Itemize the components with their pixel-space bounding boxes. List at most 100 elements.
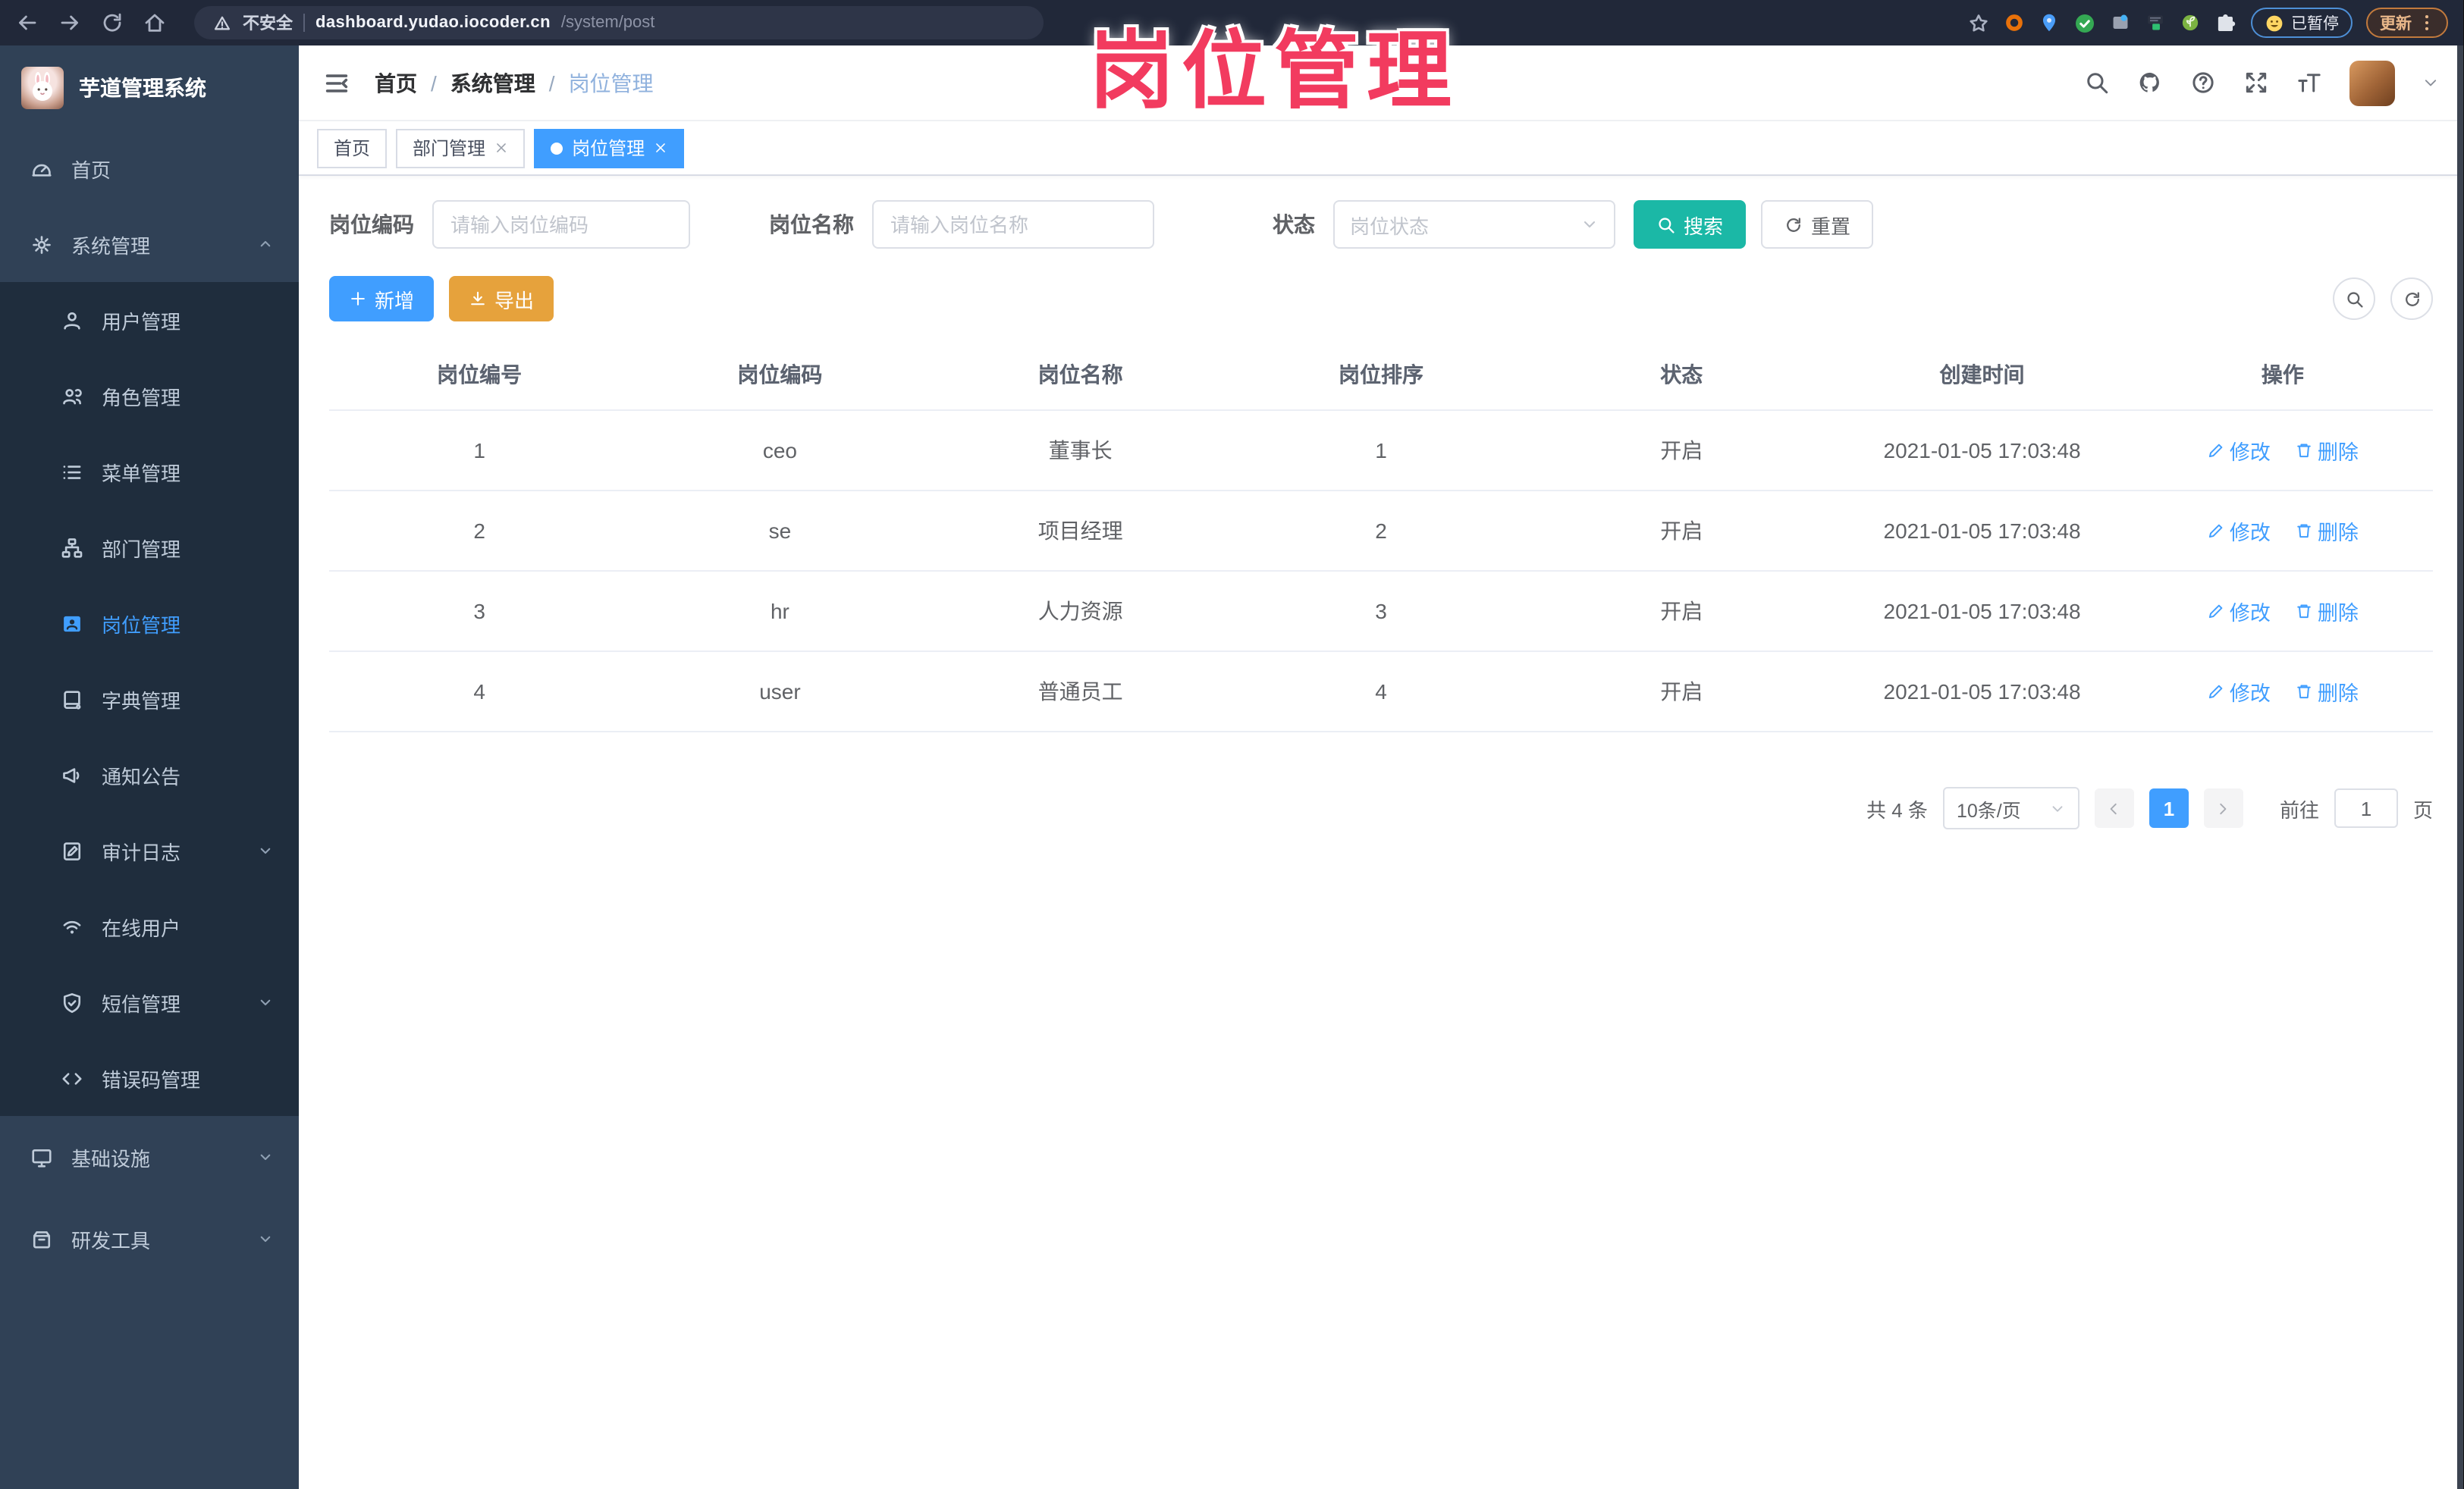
status-value: 开启 <box>1531 571 1832 652</box>
trash-icon <box>2297 524 2311 538</box>
search-icon[interactable] <box>2084 70 2110 96</box>
edit-link[interactable]: 修改 <box>2207 676 2271 707</box>
browser-scrollbar[interactable] <box>2457 45 2463 1489</box>
help-icon[interactable] <box>2190 70 2216 96</box>
sidebar-item-users[interactable]: 用户管理 <box>0 282 299 358</box>
sidebar-item-menus[interactable]: 菜单管理 <box>0 434 299 509</box>
toggle-search-button[interactable] <box>2333 277 2375 320</box>
post-code-input[interactable] <box>432 200 690 249</box>
extensions-puzzle-icon[interactable] <box>2214 11 2236 34</box>
sidebar: 芋道管理系统 首页 系统管理 用户管理 角色管理 菜单管理 部门管理 岗位管理 … <box>0 45 299 1489</box>
export-button[interactable]: 导出 <box>449 276 554 321</box>
sidebar-item-announcements[interactable]: 通知公告 <box>0 737 299 813</box>
table-row: 3 hr 人力资源 3 开启 2021-01-05 17:03:48 修改 删除 <box>329 571 2433 652</box>
sidebar-item-sms[interactable]: 短信管理 <box>0 964 299 1040</box>
page-1-button[interactable]: 1 <box>2149 788 2189 828</box>
extension-blue-pin-icon[interactable] <box>2038 12 2059 33</box>
goto-page-input[interactable] <box>2334 788 2398 828</box>
github-icon[interactable] <box>2137 70 2163 96</box>
tag-departments[interactable]: 部门管理 <box>396 128 526 168</box>
address-bar[interactable]: 不安全 dashboard.yudao.iocoder.cn/system/po… <box>194 6 1044 39</box>
breadcrumb: 首页 / 系统管理 / 岗位管理 <box>375 67 654 98</box>
chevron-right-icon <box>2221 802 2227 814</box>
table-row: 2 se 项目经理 2 开启 2021-01-05 17:03:48 修改 删除 <box>329 491 2433 572</box>
browser-extensions: 已暂停 更新 <box>1966 8 2448 38</box>
fullscreen-icon[interactable] <box>2243 70 2269 96</box>
extension-orange-ring-icon[interactable] <box>2003 12 2024 33</box>
tag-home[interactable]: 首页 <box>317 128 388 168</box>
shield-icon <box>63 992 81 1012</box>
posts-table: 岗位编号 岗位编码 岗位名称 岗位排序 状态 创建时间 操作 1 ceo 董事长… <box>329 340 2433 732</box>
edit-link[interactable]: 修改 <box>2207 596 2271 626</box>
edit-link[interactable]: 修改 <box>2207 435 2271 466</box>
delete-link[interactable]: 删除 <box>2295 596 2359 626</box>
hamburger-icon[interactable] <box>323 69 350 96</box>
search-button[interactable]: 搜索 <box>1634 200 1747 249</box>
post-name-input[interactable] <box>872 200 1154 249</box>
delete-link[interactable]: 删除 <box>2295 435 2359 466</box>
reset-button[interactable]: 重置 <box>1761 200 1874 249</box>
extension-crx-icon[interactable] <box>2144 12 2165 33</box>
extension-green-check-icon[interactable] <box>2073 11 2095 34</box>
next-page-button[interactable] <box>2203 788 2243 828</box>
browser-toolbar: 不安全 dashboard.yudao.iocoder.cn/system/po… <box>0 0 2463 45</box>
table-toolbar: 新增 导出 <box>329 276 2433 321</box>
sidebar-item-audit-log[interactable]: 审计日志 <box>0 813 299 889</box>
sidebar-item-online-users[interactable]: 在线用户 <box>0 889 299 964</box>
extension-green-sprout-icon[interactable] <box>2179 12 2200 33</box>
sidebar-item-dictionary[interactable]: 字典管理 <box>0 661 299 737</box>
chevron-down-icon <box>2052 805 2063 811</box>
refresh-table-button[interactable] <box>2390 277 2433 320</box>
book-icon <box>64 690 81 709</box>
screen: 不安全 dashboard.yudao.iocoder.cn/system/po… <box>0 0 2463 1489</box>
close-icon[interactable] <box>654 141 667 155</box>
add-button[interactable]: 新增 <box>329 276 435 321</box>
prev-page-button[interactable] <box>2094 788 2134 828</box>
delete-link[interactable]: 删除 <box>2295 516 2359 546</box>
profile-paused-pill[interactable]: 已暂停 <box>2250 8 2353 38</box>
sidebar-item-home[interactable]: 首页 <box>0 130 299 206</box>
sidebar-item-error-codes[interactable]: 错误码管理 <box>0 1040 299 1116</box>
paused-label: 已暂停 <box>2291 14 2339 33</box>
trash-icon <box>2297 685 2311 699</box>
page-size-select[interactable]: 10条/页 <box>1942 787 2079 829</box>
browser-home-icon[interactable] <box>143 11 167 35</box>
delete-link[interactable]: 删除 <box>2295 676 2359 707</box>
refresh-icon <box>2405 291 2418 306</box>
close-icon[interactable] <box>494 141 508 155</box>
breadcrumb-system[interactable]: 系统管理 <box>450 67 535 98</box>
status-select[interactable]: 岗位状态 <box>1333 200 1615 249</box>
pencil-icon <box>2208 604 2223 619</box>
tag-posts[interactable]: 岗位管理 <box>534 128 685 168</box>
refresh-icon <box>1787 217 1800 231</box>
avatar-caret-icon[interactable] <box>2422 74 2439 91</box>
table-row: 4 user 普通员工 4 开启 2021-01-05 17:03:48 修改删… <box>329 651 2433 732</box>
browser-menu-dots-icon[interactable] <box>2419 14 2434 32</box>
browser-forward-icon[interactable] <box>58 11 82 35</box>
sidebar-item-dev-tools[interactable]: 研发工具 <box>0 1198 299 1280</box>
app-logo[interactable]: 芋道管理系统 <box>0 45 299 130</box>
breadcrumb-home[interactable]: 首页 <box>375 67 417 98</box>
pagination: 共 4 条 10条/页 1 前往 页 <box>329 787 2433 829</box>
sidebar-item-departments[interactable]: 部门管理 <box>0 509 299 585</box>
font-size-icon[interactable] <box>2296 70 2322 96</box>
user-avatar[interactable] <box>2349 60 2395 105</box>
edit-link[interactable]: 修改 <box>2207 516 2271 546</box>
chevron-down-icon <box>260 1236 271 1243</box>
sidebar-item-posts[interactable]: 岗位管理 <box>0 585 299 661</box>
browser-reload-icon[interactable] <box>100 11 124 35</box>
plus-icon <box>351 292 365 306</box>
security-label: 不安全 <box>243 15 293 33</box>
sidebar-item-roles[interactable]: 角色管理 <box>0 358 299 434</box>
sidebar-item-infrastructure[interactable]: 基础设施 <box>0 1116 299 1198</box>
active-tab-dot <box>551 142 563 154</box>
browser-update-button[interactable]: 更新 <box>2366 8 2448 38</box>
bookmark-star-icon[interactable] <box>1966 11 1989 34</box>
extension-gray-tool-icon[interactable] <box>2109 12 2130 33</box>
pagination-total: 共 4 条 <box>1866 798 1928 821</box>
browser-back-icon[interactable] <box>15 11 39 35</box>
dashboard-icon <box>32 163 52 176</box>
sidebar-item-system[interactable]: 系统管理 <box>0 206 299 282</box>
url-host: dashboard.yudao.iocoder.cn <box>315 14 551 32</box>
chevron-down-icon <box>260 999 271 1006</box>
